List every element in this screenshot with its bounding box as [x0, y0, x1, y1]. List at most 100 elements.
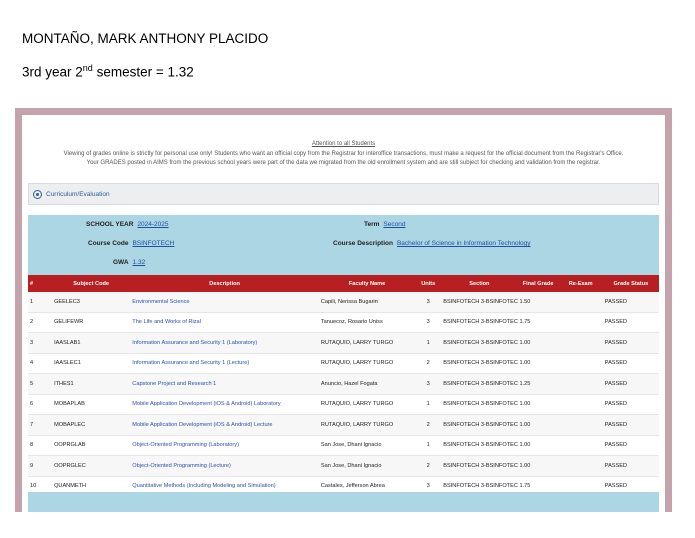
school-year-value[interactable]: 2024-2025 [137, 221, 168, 228]
semester-gwa-line: 3rd year 2nd semester = 1.32 [22, 63, 194, 80]
course-code: Course Code BSINFOTECH [88, 240, 174, 247]
final-grade: 1.75 [517, 312, 559, 333]
subject-description-link[interactable]: Capstone Project and Research 1 [130, 373, 319, 395]
re-exam [558, 312, 603, 333]
final-grade: 1.25 [517, 373, 559, 395]
grades-page: Attention to all Students Viewing of gra… [22, 115, 665, 512]
header-units: Units [415, 275, 442, 292]
re-exam [558, 414, 603, 436]
curriculum-evaluation-label[interactable]: Curriculum/Evaluation [46, 191, 110, 198]
re-exam [558, 455, 603, 477]
subject-description-link[interactable]: Information Assurance and Security 1 (La… [130, 332, 319, 354]
section: BSINFOTECH 3-BSINFOTECH3B [441, 414, 518, 436]
subject-code: MOBAPLEC [52, 414, 131, 436]
grade-status: PASSED [602, 332, 659, 354]
re-exam [558, 332, 603, 354]
term-label: Term [364, 221, 380, 228]
header-description: Description [130, 275, 319, 292]
row-number: 7 [28, 414, 53, 436]
subject-code: IAASLAB1 [52, 332, 131, 354]
row-number: 4 [28, 353, 53, 374]
units: 2 [415, 353, 442, 374]
table-row: 3 IAASLAB1 Information Assurance and Sec… [28, 332, 659, 354]
row-number: 1 [28, 292, 53, 313]
section: BSINFOTECH 3-BSINFOTECH3B [441, 373, 518, 395]
course-code-value[interactable]: BSINFOTECH [132, 240, 174, 247]
subject-description-link[interactable]: The Life and Works of Rizal [130, 312, 319, 333]
table-row: 9 OOPRGLEC Object-Oriented Programming (… [28, 455, 659, 477]
subject-code: GELIFEWR [52, 312, 131, 333]
final-grade: 1.00 [517, 332, 559, 354]
header-subject-code: Subject Code [52, 275, 131, 292]
final-grade: 1.50 [517, 292, 559, 313]
re-exam [558, 292, 603, 313]
grade-status: PASSED [602, 373, 659, 395]
course-description-label: Course Description [333, 240, 393, 247]
grade-status: PASSED [602, 455, 659, 477]
curriculum-evaluation-bar[interactable]: Curriculum/Evaluation [28, 183, 659, 205]
re-exam [558, 353, 603, 374]
header-re-exam: Re-Exam [558, 275, 603, 292]
final-grade: 1.00 [517, 435, 559, 456]
section: BSINFOTECH 3-BSINFOTECH3B [441, 435, 518, 456]
subject-description-link[interactable]: Object-Oriented Programming (Lecture) [130, 455, 319, 477]
section: BSINFOTECH 3-BSINFOTECH3B [441, 332, 518, 354]
grade-status: PASSED [602, 353, 659, 374]
header-final-grade: Final Grade [517, 275, 559, 292]
section: BSINFOTECH 3-BSINFOTECH3B [441, 394, 518, 415]
subject-description-link[interactable]: Mobile Application Development (iOS & An… [130, 414, 319, 436]
units: 2 [415, 414, 442, 436]
section: BSINFOTECH 3-BSINFOTECH3B [441, 455, 518, 477]
course-info-panel: SCHOOL YEAR 2024-2025 Term Second Course C… [28, 215, 659, 275]
faculty-name: RUTAQUIO, LARRY TURGO [318, 332, 416, 354]
final-grade: 1.00 [517, 353, 559, 374]
units: 1 [415, 435, 442, 456]
course-description-value[interactable]: Bachelor of Science in Information Techn… [397, 240, 531, 247]
row-number: 6 [28, 394, 53, 415]
grade-status: PASSED [602, 312, 659, 333]
term: Term Second [364, 221, 405, 228]
grade-status: PASSED [602, 435, 659, 456]
subject-description-link[interactable]: Environmental Science [130, 292, 319, 313]
re-exam [558, 373, 603, 395]
info-circle-icon [33, 189, 42, 199]
row-number: 8 [28, 435, 53, 456]
table-row: 6 MOBAPLAB Mobile Application Developmen… [28, 394, 659, 415]
units: 1 [415, 394, 442, 415]
subject-code: OOPRGLAB [52, 435, 131, 456]
semester-prefix: 3rd year 2 [22, 64, 83, 80]
subject-code: OOPRGLEC [52, 455, 131, 477]
grades-table: # Subject Code Description Faculty Name … [28, 275, 659, 497]
gwa-label: GWA [113, 259, 129, 266]
grade-status: PASSED [602, 414, 659, 436]
subject-code: GEELEC3 [52, 292, 131, 313]
final-grade: 1.00 [517, 394, 559, 415]
faculty-name: RUTAQUIO, LARRY TURGO [318, 353, 416, 374]
gwa: GWA 1.32 [113, 259, 145, 266]
final-grade: 1.00 [517, 455, 559, 477]
gwa-value[interactable]: 1.32 [133, 259, 146, 266]
header-grade-status: Grade Status [602, 275, 659, 292]
semester-ordinal-suffix: nd [82, 63, 93, 73]
grades-table-wrapper: # Subject Code Description Faculty Name … [28, 275, 659, 497]
faculty-name: Tanuecoz, Rosario Uniss [318, 312, 416, 333]
term-value[interactable]: Second [383, 221, 405, 228]
re-exam [558, 394, 603, 415]
subject-description-link[interactable]: Object-Oriented Programming (Laboratory) [130, 435, 319, 456]
faculty-name: Capili, Nerissa Bugarin [318, 292, 416, 313]
row-number: 5 [28, 373, 53, 395]
subject-description-link[interactable]: Mobile Application Development (iOS & An… [130, 394, 319, 415]
faculty-name: RUTAQUIO, LARRY TURGO [318, 394, 416, 415]
section: BSINFOTECH 3-BSINFOTECH3B [441, 353, 518, 374]
header-section: Section [441, 275, 518, 292]
subject-description-link[interactable]: Information Assurance and Security 1 (Le… [130, 353, 319, 374]
subject-code: IAASLEC1 [52, 353, 131, 374]
semester-suffix: semester = 1.32 [92, 64, 194, 80]
student-name: MONTAÑO, MARK ANTHONY PLACIDO [22, 31, 269, 46]
faculty-name: Anuncio, Hazel Fogata [318, 373, 416, 395]
school-year-label: SCHOOL YEAR [86, 221, 134, 228]
grade-status: PASSED [602, 394, 659, 415]
grade-status: PASSED [602, 292, 659, 313]
table-row: 4 IAASLEC1 Information Assurance and Sec… [28, 353, 659, 374]
header-number: # [28, 275, 53, 292]
